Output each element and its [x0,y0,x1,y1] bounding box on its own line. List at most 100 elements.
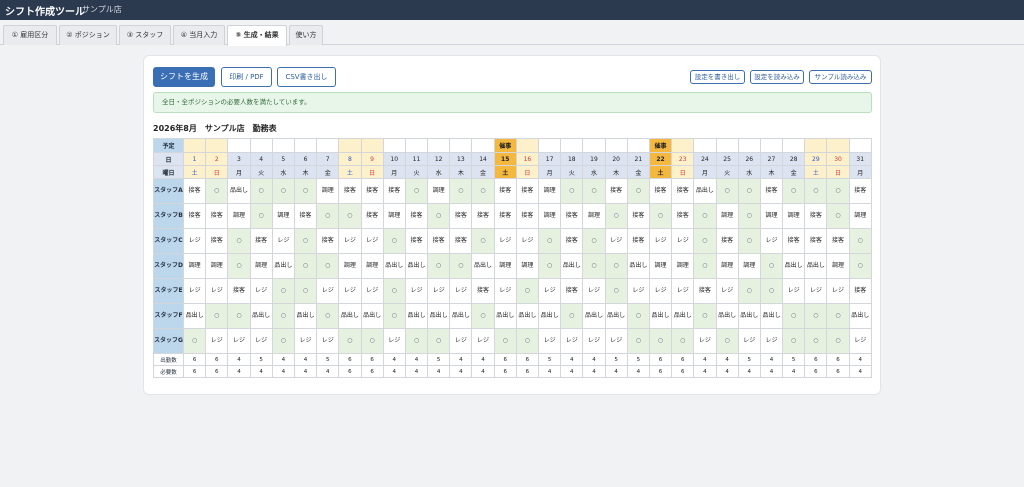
shift-cell[interactable]: ○ [293,228,318,254]
shift-cell[interactable]: 接客 [293,203,318,229]
shift-cell[interactable]: 接客 [848,278,872,304]
shift-cell[interactable]: ○ [626,178,650,204]
shift-cell[interactable]: レジ [227,328,251,354]
shift-cell[interactable]: 調理 [271,203,295,229]
shift-cell[interactable]: 調理 [537,178,562,204]
shift-cell[interactable]: 品出し [671,303,695,329]
shift-cell[interactable]: 品出し [338,303,362,329]
shift-cell[interactable]: レジ [360,228,384,254]
shift-cell[interactable]: 調理 [360,253,384,279]
shift-cell[interactable]: 接客 [182,203,207,229]
shift-cell[interactable]: 調理 [338,253,362,279]
shift-cell[interactable]: 接客 [671,178,695,204]
shift-cell[interactable]: 接客 [182,178,207,204]
shift-cell[interactable]: 調理 [848,203,872,229]
shift-cell[interactable]: ○ [848,228,872,254]
shift-cell[interactable]: ○ [471,303,495,329]
shift-cell[interactable]: 接客 [360,203,384,229]
shift-cell[interactable]: 接客 [471,278,495,304]
tab-generate-result[interactable]: ⑤ 生成・結果 [227,25,287,46]
shift-cell[interactable]: 調理 [715,253,739,279]
shift-cell[interactable]: 調理 [759,203,784,229]
shift-cell[interactable]: 接客 [360,178,384,204]
shift-cell[interactable]: 調理 [316,178,340,204]
shift-cell[interactable]: 調理 [582,203,606,229]
shift-cell[interactable]: レジ [648,278,673,304]
shift-cell[interactable]: ○ [648,203,673,229]
shift-cell[interactable]: 品出し [582,303,606,329]
shift-cell[interactable]: レジ [604,228,628,254]
shift-cell[interactable]: レジ [582,278,606,304]
shift-cell[interactable]: レジ [316,278,340,304]
shift-cell[interactable]: 接客 [249,228,273,254]
shift-cell[interactable]: ○ [826,328,850,354]
shift-cell[interactable]: 接客 [515,203,540,229]
shift-cell[interactable]: 品出し [626,253,650,279]
shift-cell[interactable]: 品出し [471,253,495,279]
load-sample-button[interactable]: サンプル読み込み [809,70,872,84]
shift-cell[interactable]: 接客 [782,228,806,254]
shift-cell[interactable]: ○ [759,253,784,279]
shift-cell[interactable]: ○ [582,253,606,279]
shift-cell[interactable]: ○ [316,303,340,329]
shift-cell[interactable]: レジ [338,278,362,304]
shift-cell[interactable]: 接客 [449,228,473,254]
shift-cell[interactable]: ○ [427,253,451,279]
export-settings-button[interactable]: 設定を書き出し [690,70,745,84]
shift-cell[interactable]: 接客 [671,203,695,229]
shift-cell[interactable]: ○ [205,303,229,329]
shift-cell[interactable]: 品出し [493,303,517,329]
shift-cell[interactable]: 調理 [648,253,673,279]
shift-cell[interactable]: 接客 [205,203,229,229]
shift-cell[interactable]: 調理 [493,253,517,279]
shift-cell[interactable]: ○ [626,328,650,354]
shift-cell[interactable]: ○ [316,253,340,279]
shift-cell[interactable]: レジ [804,278,828,304]
shift-cell[interactable]: 品出し [182,303,207,329]
shift-cell[interactable]: レジ [205,278,229,304]
shift-cell[interactable]: レジ [715,278,739,304]
shift-cell[interactable]: レジ [648,228,673,254]
shift-cell[interactable]: 接客 [648,178,673,204]
tab-help[interactable]: 使い方 [289,25,323,45]
shift-cell[interactable]: 接客 [826,228,850,254]
shift-cell[interactable]: 品出し [249,303,273,329]
shift-cell[interactable]: 接客 [626,228,650,254]
shift-cell[interactable]: 品出し [560,253,584,279]
shift-cell[interactable]: 品出し [271,253,295,279]
shift-cell[interactable]: レジ [671,228,695,254]
shift-cell[interactable]: 品出し [693,178,717,204]
shift-cell[interactable]: ○ [249,203,273,229]
shift-cell[interactable]: 調理 [537,203,562,229]
shift-cell[interactable]: ○ [626,303,650,329]
tab-monthly-input[interactable]: ④ 当月入力 [173,25,225,45]
shift-cell[interactable]: 品出し [782,253,806,279]
shift-cell[interactable]: レジ [537,328,562,354]
shift-cell[interactable]: 接客 [449,203,473,229]
shift-cell[interactable]: 品出し [427,303,451,329]
shift-cell[interactable]: ○ [449,253,473,279]
shift-cell[interactable]: ○ [737,178,761,204]
shift-cell[interactable]: ○ [648,328,673,354]
shift-cell[interactable]: ○ [826,303,850,329]
shift-cell[interactable]: レジ [759,228,784,254]
shift-cell[interactable]: ○ [338,328,362,354]
shift-cell[interactable]: 品出し [449,303,473,329]
shift-cell[interactable]: ○ [782,328,806,354]
shift-cell[interactable]: 調理 [227,203,251,229]
shift-cell[interactable]: 接客 [715,228,739,254]
shift-cell[interactable]: ○ [604,253,628,279]
shift-cell[interactable]: ○ [560,178,584,204]
shift-cell[interactable]: レジ [249,278,273,304]
shift-cell[interactable]: ○ [404,178,429,204]
shift-cell[interactable]: レジ [404,278,429,304]
shift-cell[interactable]: 品出し [227,178,251,204]
shift-cell[interactable]: 調理 [826,253,850,279]
shift-cell[interactable]: ○ [382,303,406,329]
shift-cell[interactable]: レジ [493,278,517,304]
shift-cell[interactable]: 調理 [249,253,273,279]
shift-cell[interactable]: ○ [582,178,606,204]
shift-cell[interactable]: レジ [848,328,872,354]
shift-cell[interactable]: ○ [293,253,318,279]
shift-cell[interactable]: ○ [693,303,717,329]
